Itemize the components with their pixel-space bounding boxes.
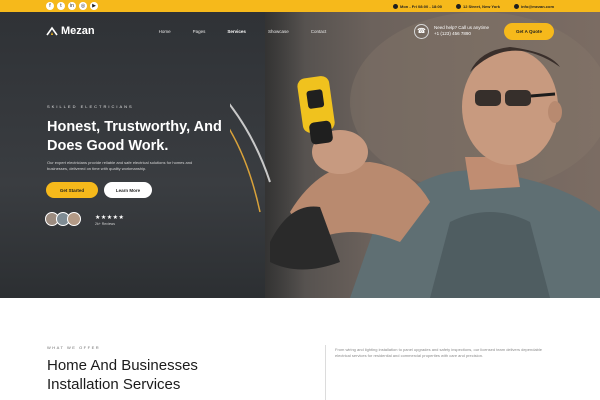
nav-link-home[interactable]: Home xyxy=(159,29,171,34)
rating: ★★★★★ 2k+ Reviews xyxy=(95,214,124,226)
email-text[interactable]: info@mezan.com xyxy=(521,4,554,9)
instagram-icon[interactable]: ◎ xyxy=(79,2,87,10)
clock-icon xyxy=(392,3,398,9)
twitter-icon[interactable]: t xyxy=(57,2,65,10)
pin-icon xyxy=(456,3,461,9)
section-heading-line1: Home And Businesses xyxy=(47,357,198,374)
top-bar: f t in ◎ ▶ Mon - Fri 08:00 - 18:00 12 St… xyxy=(0,0,600,12)
hero-lead: Our expert electricians provide reliable… xyxy=(47,160,193,171)
avatar xyxy=(67,212,81,226)
hero-headline: Honest, Trustworthy, And Does Good Work. xyxy=(47,119,222,154)
logo-icon xyxy=(46,26,58,36)
facebook-icon[interactable]: f xyxy=(46,2,54,10)
section-body: From wiring and lighting installation to… xyxy=(335,347,543,358)
nav-link-showcase[interactable]: Showcase xyxy=(268,29,289,34)
youtube-icon[interactable]: ▶ xyxy=(90,2,98,10)
services-intro-section: WHAT WE OFFER Home And Businesses Instal… xyxy=(0,298,600,400)
main-nav: Mezan Home Pages Services Showcase Conta… xyxy=(0,12,600,50)
header-contact: ☎ Need help? Call us anytime +1 (123) 45… xyxy=(413,22,554,40)
phone-icon: ☎ xyxy=(413,23,429,39)
logo-text[interactable]: Mezan xyxy=(61,25,95,37)
learn-more-button[interactable]: Learn More xyxy=(104,182,152,198)
social-links: f t in ◎ ▶ xyxy=(46,2,98,10)
top-info: Mon - Fri 08:00 - 18:00 12 Street, New Y… xyxy=(392,3,554,9)
get-quote-button[interactable]: Get A Quote xyxy=(504,22,554,40)
linkedin-icon[interactable]: in xyxy=(68,2,76,10)
hero-eyebrow: SKILLED ELECTRICIANS xyxy=(47,104,134,109)
nav-link-contact[interactable]: Contact xyxy=(311,29,327,34)
nav-links: Home Pages Services Showcase Contact xyxy=(159,29,327,34)
mail-icon xyxy=(513,3,519,9)
top-info-hours: Mon - Fri 08:00 - 18:00 xyxy=(392,3,442,9)
hours-text: Mon - Fri 08:00 - 18:00 xyxy=(399,3,442,9)
phone-number[interactable]: +1 (123) 456 7890 xyxy=(434,31,489,37)
nav-link-services[interactable]: Services xyxy=(227,29,246,34)
section-heading: Home And Businesses Installation Service… xyxy=(47,356,247,394)
divider xyxy=(325,345,326,400)
star-rating-icon: ★★★★★ xyxy=(95,215,125,221)
contact-text: Need help? Call us anytime +1 (123) 456 … xyxy=(434,25,489,37)
section-eyebrow: WHAT WE OFFER xyxy=(47,345,101,350)
get-started-button[interactable]: Get Started xyxy=(46,182,98,198)
nav-link-pages[interactable]: Pages xyxy=(193,29,206,34)
section-heading-line2: Installation Services xyxy=(47,376,181,393)
site-logo[interactable]: Mezan xyxy=(46,25,95,37)
rating-text: 2k+ Reviews xyxy=(95,222,115,226)
address-text: 12 Street, New York xyxy=(463,3,500,9)
top-info-address: 12 Street, New York xyxy=(456,3,500,9)
electrician-photo xyxy=(230,12,600,298)
top-info-email[interactable]: info@mezan.com xyxy=(513,3,554,9)
reviewer-avatars xyxy=(45,212,81,226)
